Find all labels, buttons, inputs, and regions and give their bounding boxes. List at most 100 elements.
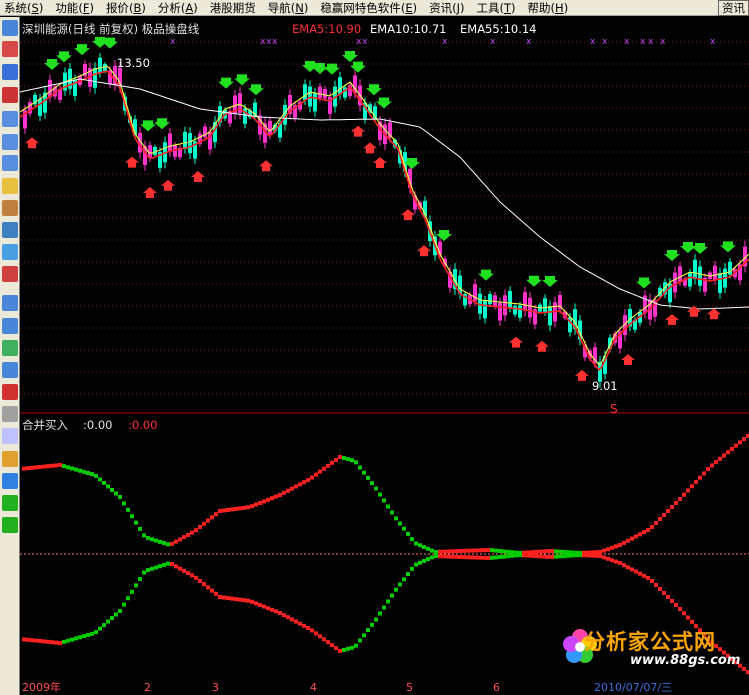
oscillator-lower-dot — [178, 566, 182, 571]
candle-body — [323, 89, 327, 99]
oscillator-lower-dot — [498, 555, 502, 559]
candle-body — [303, 84, 307, 101]
oscillator-upper-dot — [214, 512, 218, 517]
search-icon[interactable] — [2, 244, 18, 260]
oscillator-upper-dot — [270, 496, 274, 501]
oscillator-lower-dot — [278, 611, 282, 615]
oscillator-upper-dot — [342, 456, 346, 461]
oscillator-lower-dot — [626, 565, 630, 570]
indicator-value-2: :0.00 — [128, 418, 158, 432]
candle-body — [268, 120, 272, 135]
oscillator-upper-dot — [258, 501, 262, 505]
buy-arrow-icon — [575, 369, 589, 381]
indicator-icon[interactable] — [2, 295, 18, 311]
move-icon[interactable] — [2, 473, 18, 489]
rsi-icon[interactable] — [2, 318, 18, 334]
oscillator-lower-dot — [258, 603, 262, 607]
oscillator-upper-dot — [698, 475, 702, 480]
oscillator-upper-dot — [706, 467, 710, 472]
folder-icon[interactable] — [2, 178, 18, 194]
menu-function[interactable]: 功能(F) — [51, 0, 102, 16]
table-icon[interactable] — [2, 134, 18, 150]
menu-system[interactable]: 系统(S) — [0, 0, 51, 16]
oscillator-lower-dot — [118, 609, 122, 613]
arrow-down-icon[interactable] — [2, 517, 18, 533]
users-icon[interactable] — [2, 200, 18, 216]
menu-special-software[interactable]: 稳赢网特色软件(E) — [316, 0, 425, 16]
ema55-value: EMA55:10.14 — [460, 22, 537, 36]
oscillator-lower-dot — [302, 623, 306, 628]
oscillator-upper-dot — [550, 549, 554, 554]
menu-quote[interactable]: 报价(B) — [102, 0, 154, 16]
menu-news[interactable]: 资讯(J) — [425, 0, 472, 16]
menu-hk-futures[interactable]: 港股期货 — [206, 0, 264, 16]
oscillator-upper-dot — [54, 463, 58, 468]
oscillator-lower-dot — [174, 564, 178, 569]
sell-arrow-icon — [526, 275, 542, 287]
menu-help[interactable]: 帮助(H) — [524, 0, 577, 16]
settings-icon[interactable] — [2, 428, 18, 444]
buy-arrow-icon — [191, 171, 205, 182]
oscillator-upper-dot — [346, 457, 350, 462]
menu-navigation[interactable]: 导航(N) — [264, 0, 317, 16]
news-button[interactable]: 资讯 — [718, 0, 749, 16]
oscillator-lower-dot — [470, 555, 474, 560]
oscillator-upper-dot — [202, 521, 206, 526]
oscillator-lower-dot — [290, 617, 294, 622]
window-icon[interactable] — [2, 362, 18, 378]
oscillator-upper-dot — [190, 530, 194, 535]
oscillator-upper-dot — [166, 542, 170, 547]
oscillator-upper-dot — [398, 521, 402, 526]
dollar-icon[interactable] — [2, 384, 18, 400]
oscillator-upper-dot — [714, 460, 718, 465]
oscillator-lower-dot — [170, 562, 174, 567]
oscillator-upper-dot — [182, 535, 186, 540]
oscillator-upper-dot — [290, 486, 294, 491]
oscillator-lower-dot — [490, 555, 494, 560]
kline-icon[interactable] — [2, 87, 18, 103]
arrow-up-icon[interactable] — [2, 495, 18, 511]
oscillator-upper-dot — [554, 549, 558, 554]
oscillator-lower-dot — [434, 554, 438, 559]
oscillator-lower-dot — [38, 639, 42, 643]
hot-board-icon[interactable] — [2, 41, 18, 57]
chart-area[interactable]: xxxxxxxxxxxxxxxxS 深圳能源(日线 前复权) 极品操盘线 EMA… — [20, 17, 749, 695]
grid-icon[interactable] — [2, 155, 18, 171]
oscillator-upper-dot — [730, 446, 734, 451]
pencil-icon[interactable] — [2, 451, 18, 467]
oscillator-lower-dot — [162, 562, 166, 567]
menu-analysis[interactable]: 分析(A) — [154, 0, 206, 16]
oscillator-lower-dot — [442, 554, 446, 559]
quote-list-icon[interactable] — [2, 20, 18, 36]
oscillator-lower-dot — [610, 558, 614, 563]
oscillator-lower-dot — [666, 595, 670, 599]
chart-title: 深圳能源(日线 前复权) 极品操盘线 — [22, 22, 200, 36]
oscillator-upper-dot — [198, 525, 202, 529]
oscillator-lower-dot — [214, 591, 218, 596]
refresh-icon[interactable] — [2, 340, 18, 356]
oscillator-lower-dot — [318, 634, 322, 639]
oscillator-lower-dot — [538, 554, 542, 559]
buy-arrow-icon — [259, 160, 273, 172]
menu-tools[interactable]: 工具(T) — [473, 0, 524, 16]
buy-arrow-icon — [351, 125, 365, 137]
oscillator-upper-dot — [118, 495, 122, 499]
oscillator-lower-dot — [570, 553, 574, 558]
etf-icon[interactable] — [2, 266, 18, 282]
sell-arrow-icon — [140, 120, 156, 132]
link-icon[interactable] — [2, 406, 18, 422]
oscillator-lower-dot — [622, 563, 626, 568]
oscillator-lower-dot — [78, 635, 82, 640]
oscillator-upper-dot — [494, 548, 498, 553]
oscillator-lower-dot — [238, 597, 242, 602]
oscillator-lower-dot — [322, 637, 326, 642]
report-icon[interactable] — [2, 111, 18, 127]
oscillator-lower-dot — [334, 646, 338, 651]
oscillator-lower-dot — [650, 579, 654, 583]
line-chart-icon[interactable] — [2, 64, 18, 80]
oscillator-upper-dot — [350, 458, 354, 463]
oscillator-upper-dot — [378, 492, 382, 497]
formula-icon[interactable] — [2, 222, 18, 238]
oscillator-lower-dot — [514, 553, 518, 558]
oscillator-upper-dot — [470, 548, 474, 553]
